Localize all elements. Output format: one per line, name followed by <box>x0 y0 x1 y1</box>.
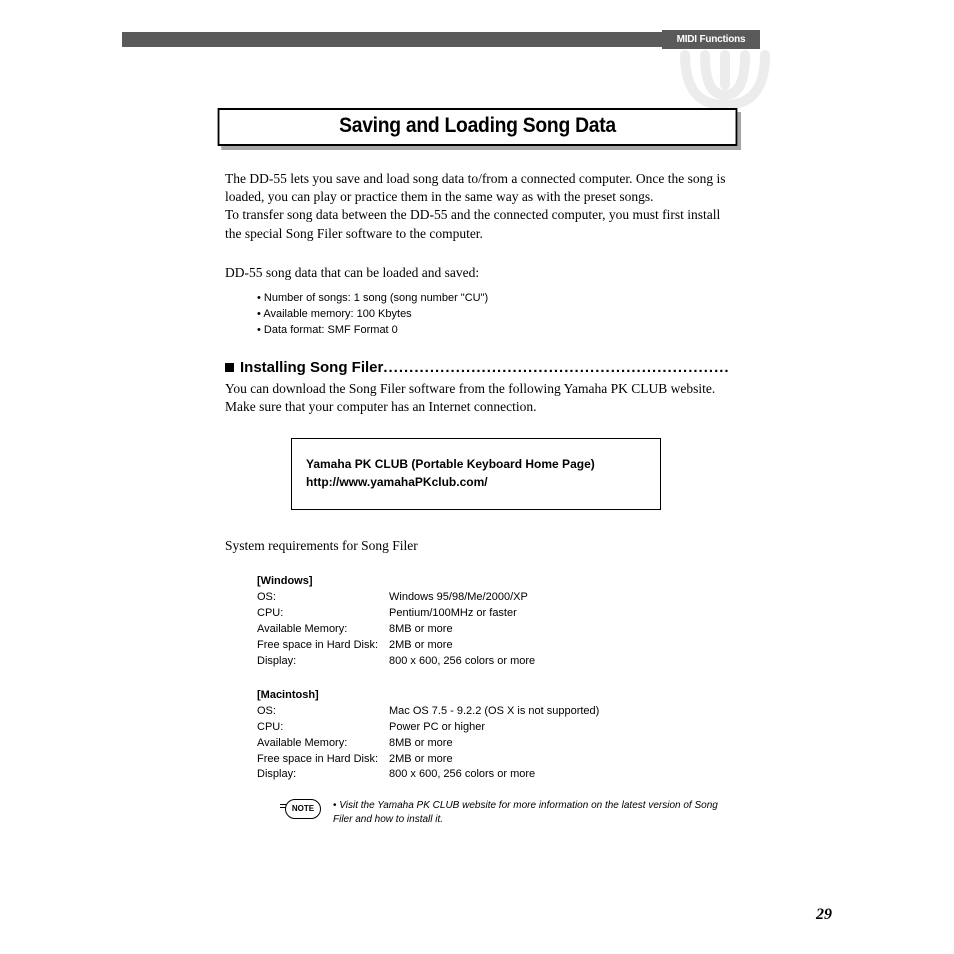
intro-p2: To transfer song data between the DD-55 … <box>225 206 730 242</box>
note-icon: NOTE <box>285 799 321 819</box>
req-label: OS: <box>257 704 389 720</box>
note-line: Visit the Yamaha PK CLUB website for mor… <box>333 799 725 827</box>
req-label: Display: <box>257 767 389 783</box>
req-value: 800 x 600, 256 colors or more <box>389 767 599 783</box>
req-label: OS: <box>257 590 389 606</box>
sysreq-table: OS:Windows 95/98/Me/2000/XP CPU:Pentium/… <box>257 590 535 670</box>
info-box-line: Yamaha PK CLUB (Portable Keyboard Home P… <box>306 455 646 473</box>
sysreq-intro: System requirements for Song Filer <box>225 538 760 554</box>
note-block: NOTE Visit the Yamaha PK CLUB website fo… <box>285 799 725 827</box>
subsection-title: Installing Song Filer <box>240 359 383 376</box>
platform-label: [Windows] <box>257 574 760 590</box>
req-value: Windows 95/98/Me/2000/XP <box>389 590 535 606</box>
section-title: Saving and Loading Song Data <box>218 108 738 146</box>
req-value: 8MB or more <box>389 622 535 638</box>
req-label: Free space in Hard Disk: <box>257 638 389 654</box>
loadable-intro: DD-55 song data that can be loaded and s… <box>225 265 760 281</box>
intro-block: The DD-55 lets you save and load song da… <box>225 170 730 243</box>
req-value: 8MB or more <box>389 736 599 752</box>
req-label: Available Memory: <box>257 622 389 638</box>
sysreq-table: OS:Mac OS 7.5 - 9.2.2 (OS X is not suppo… <box>257 704 599 784</box>
leader-dots <box>383 359 730 376</box>
req-label: CPU: <box>257 606 389 622</box>
bullet-item: Data format: SMF Format 0 <box>257 323 760 339</box>
req-value: 800 x 600, 256 colors or more <box>389 654 535 670</box>
page-content: Saving and Loading Song Data The DD-55 l… <box>195 108 760 827</box>
req-value: Power PC or higher <box>389 720 599 736</box>
loadable-bullets: Number of songs: 1 song (song number "CU… <box>257 291 760 339</box>
req-label: Display: <box>257 654 389 670</box>
subsection-paragraph: You can download the Song Filer software… <box>225 380 730 416</box>
sysreq-macintosh: [Macintosh] OS:Mac OS 7.5 - 9.2.2 (OS X … <box>257 688 760 784</box>
req-label: Available Memory: <box>257 736 389 752</box>
info-box: Yamaha PK CLUB (Portable Keyboard Home P… <box>291 438 661 510</box>
req-label: Free space in Hard Disk: <box>257 752 389 768</box>
note-text: Visit the Yamaha PK CLUB website for mor… <box>333 799 725 827</box>
watermark-graphic <box>680 50 770 110</box>
bullet-item: Available memory: 100 Kbytes <box>257 307 760 323</box>
square-bullet-icon <box>225 363 234 372</box>
req-value: Mac OS 7.5 - 9.2.2 (OS X is not supporte… <box>389 704 599 720</box>
header-tab: MIDI Functions <box>662 30 760 49</box>
req-value: 2MB or more <box>389 638 535 654</box>
req-value: 2MB or more <box>389 752 599 768</box>
subsection-heading: Installing Song Filer <box>225 359 730 376</box>
req-label: CPU: <box>257 720 389 736</box>
sysreq-windows: [Windows] OS:Windows 95/98/Me/2000/XP CP… <box>257 574 760 670</box>
platform-label: [Macintosh] <box>257 688 760 704</box>
bullet-item: Number of songs: 1 song (song number "CU… <box>257 291 760 307</box>
req-value: Pentium/100MHz or faster <box>389 606 535 622</box>
page-number: 29 <box>816 906 832 924</box>
info-box-url: http://www.yamahaPKclub.com/ <box>306 473 646 491</box>
intro-p1: The DD-55 lets you save and load song da… <box>225 170 730 206</box>
